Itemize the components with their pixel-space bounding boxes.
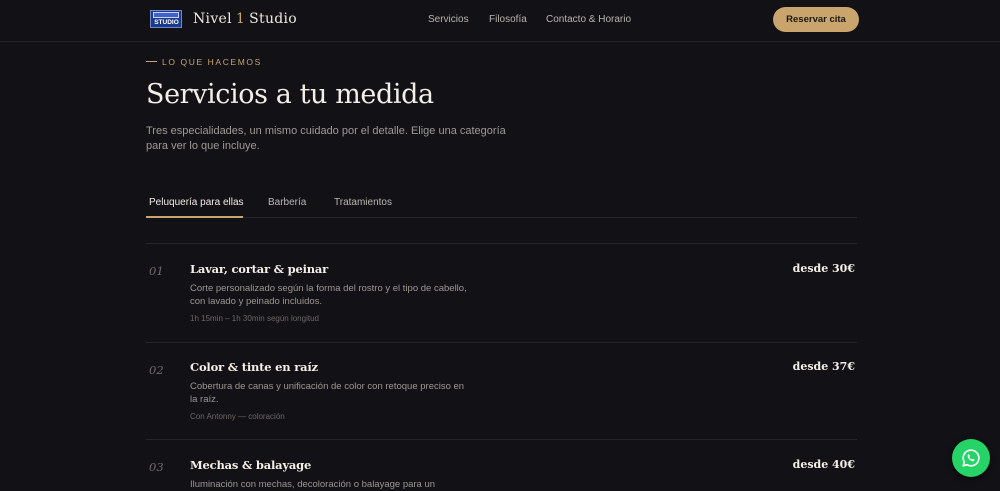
service-description: Cobertura de canas y unificación de colo… xyxy=(190,381,465,405)
top-nav: STUDIO Nivel 1 Studio Servicios Filosofía … xyxy=(0,0,1000,42)
service-number: 03 xyxy=(149,460,164,474)
nav-link-filosofia[interactable]: Filosofía xyxy=(489,14,527,25)
whatsapp-button[interactable] xyxy=(952,439,990,477)
tab-barberia[interactable]: Barbería xyxy=(268,197,306,208)
service-name: Mechas & balayage xyxy=(190,458,312,472)
reservar-cita-button[interactable]: Reservar cita xyxy=(773,7,859,32)
brand-number: 1 xyxy=(235,11,246,27)
service-item: 01 Lavar, cortar & peinar desde 30€ Cort… xyxy=(146,243,857,342)
service-description: Corte personalizado según la forma del r… xyxy=(190,283,467,307)
eyebrow-dash xyxy=(146,61,157,63)
service-number: 01 xyxy=(149,264,164,278)
nav-link-servicios[interactable]: Servicios xyxy=(428,14,469,25)
service-number: 02 xyxy=(149,363,164,377)
eyebrow-text: LO QUE HACEMOS xyxy=(162,57,262,67)
tab-tratamientos[interactable]: Tratamientos xyxy=(334,197,392,208)
service-meta: 1h 15min – 1h 30min según longitud xyxy=(190,314,319,323)
logo-text: STUDIO xyxy=(154,19,179,26)
service-description: Iluminación con mechas, decoloración o b… xyxy=(190,479,436,490)
service-item: 03 Mechas & balayage desde 40€ Iluminaci… xyxy=(146,439,857,491)
section-eyebrow: LO QUE HACEMOS xyxy=(146,57,262,67)
brand-word-left: Nivel xyxy=(193,11,232,27)
category-tabs: Peluquería para ellas Barbería Tratamien… xyxy=(146,193,857,218)
studio-logo[interactable]: STUDIO xyxy=(150,10,182,28)
nav-link-contacto[interactable]: Contacto & Horario xyxy=(546,14,631,25)
brand-name[interactable]: Nivel 1 Studio xyxy=(193,11,297,27)
service-meta: Con Antonny — coloración xyxy=(190,412,285,421)
service-price: desde 30€ xyxy=(792,262,855,275)
tab-peluqueria[interactable]: Peluquería para ellas xyxy=(149,197,244,208)
service-item: 02 Color & tinte en raíz desde 37€ Cober… xyxy=(146,342,857,439)
service-price: desde 40€ xyxy=(792,458,855,471)
section-intro: Tres especialidades, un mismo cuidado po… xyxy=(146,125,506,152)
brand-word-right: Studio xyxy=(249,11,298,27)
whatsapp-icon xyxy=(962,449,980,467)
active-tab-indicator xyxy=(146,216,243,218)
service-name: Lavar, cortar & peinar xyxy=(190,262,329,276)
logo-top-band xyxy=(153,12,179,18)
page-title: Servicios a tu medida xyxy=(146,79,434,110)
service-price: desde 37€ xyxy=(792,360,855,373)
service-name: Color & tinte en raíz xyxy=(190,360,318,374)
